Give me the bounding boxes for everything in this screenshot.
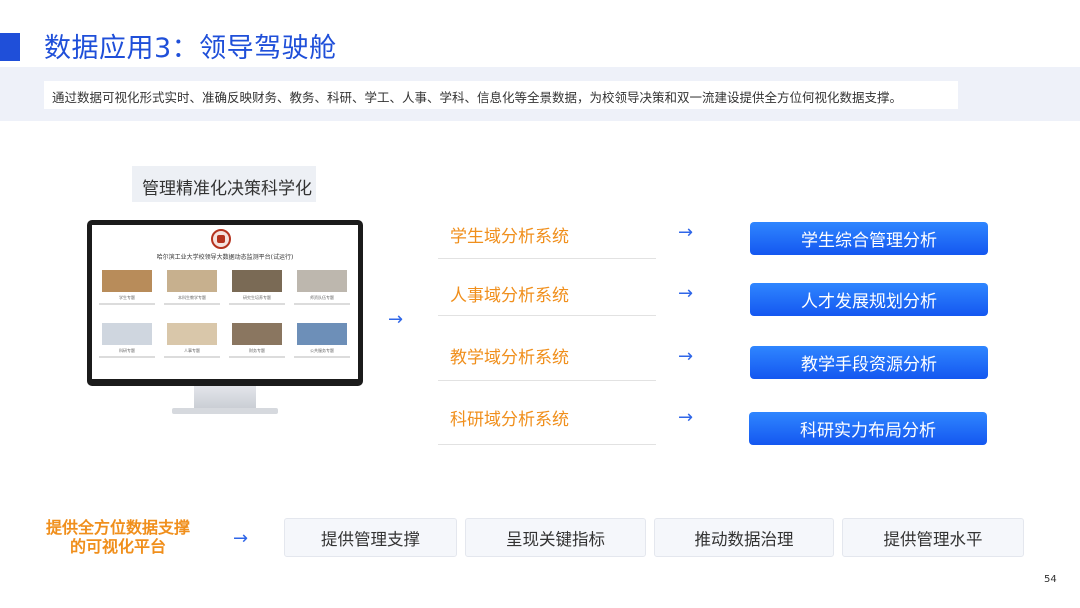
monitor-stand-base (172, 408, 278, 414)
bottom-item-data-governance: 推动数据治理 (654, 518, 834, 557)
right-arrow-icon: → (678, 346, 694, 367)
tile-caption: 研究生培养专题 (243, 295, 271, 300)
divider (438, 315, 656, 316)
tile-text-line (164, 356, 220, 358)
bottom-label: 提供全方位数据支撑 的可视化平台 (44, 518, 192, 556)
tile-caption: 公共服务专题 (310, 348, 334, 353)
bottom-label-line1: 提供全方位数据支撑 (45, 518, 190, 537)
tile-text-line (294, 356, 350, 358)
page-number: 54 (1044, 574, 1057, 585)
teaching-analysis-button: 教学手段资源分析 (750, 346, 988, 379)
system-label-student: 学生域分析系统 (450, 227, 569, 247)
system-label-teaching: 教学域分析系统 (450, 348, 569, 368)
tile-caption: 科研专题 (119, 348, 135, 353)
tile-caption: 学生专题 (119, 295, 135, 300)
bottom-label-line2: 的可视化平台 (69, 537, 166, 556)
monitor-stand-neck (194, 386, 256, 410)
tile-image (102, 270, 152, 292)
tile-image (102, 323, 152, 345)
management-label: 管理精准化决策科学化 (142, 179, 312, 199)
bottom-item-management-support: 提供管理支撑 (284, 518, 457, 557)
student-analysis-button: 学生综合管理分析 (750, 222, 988, 255)
right-arrow-icon: → (678, 283, 694, 304)
right-arrow-icon: → (678, 222, 694, 243)
title-accent-bar (0, 33, 20, 61)
tile-text-line (99, 356, 155, 358)
university-seal-icon (211, 229, 231, 249)
divider (438, 444, 656, 445)
right-arrow-icon: → (233, 528, 249, 549)
tile-text-line (99, 303, 155, 305)
tile-caption: 本科生教学专题 (178, 295, 206, 300)
screen-title: 哈尔滨工业大学校领导大数据动态监测平台(试运行) (156, 254, 294, 261)
right-arrow-icon: → (678, 407, 694, 428)
tile-image (232, 323, 282, 345)
right-arrow-icon: → (388, 309, 404, 330)
divider (438, 258, 656, 259)
bottom-item-management-level: 提供管理水平 (842, 518, 1024, 557)
system-label-personnel: 人事域分析系统 (450, 286, 569, 306)
tile-caption: 财务专题 (249, 348, 265, 353)
tile-caption: 师资队伍专题 (310, 295, 334, 300)
research-analysis-button: 科研实力布局分析 (749, 412, 987, 445)
tile-text-line (164, 303, 220, 305)
tile-caption: 人事专题 (184, 348, 200, 353)
system-label-research: 科研域分析系统 (450, 410, 569, 430)
divider (438, 380, 656, 381)
tile-image (232, 270, 282, 292)
tile-text-line (229, 303, 285, 305)
tile-image (297, 270, 347, 292)
tile-image (297, 323, 347, 345)
tile-image (167, 270, 217, 292)
page-title: 数据应用3：领导驾驶舱 (44, 33, 337, 64)
talent-analysis-button: 人才发展规划分析 (750, 283, 988, 316)
subtitle-text: 通过数据可视化形式实时、准确反映财务、教务、科研、学工、人事、学科、信息化等全景… (52, 90, 903, 105)
tile-image (167, 323, 217, 345)
tile-text-line (229, 356, 285, 358)
bottom-item-key-indicators: 呈现关键指标 (465, 518, 646, 557)
tile-text-line (294, 303, 350, 305)
